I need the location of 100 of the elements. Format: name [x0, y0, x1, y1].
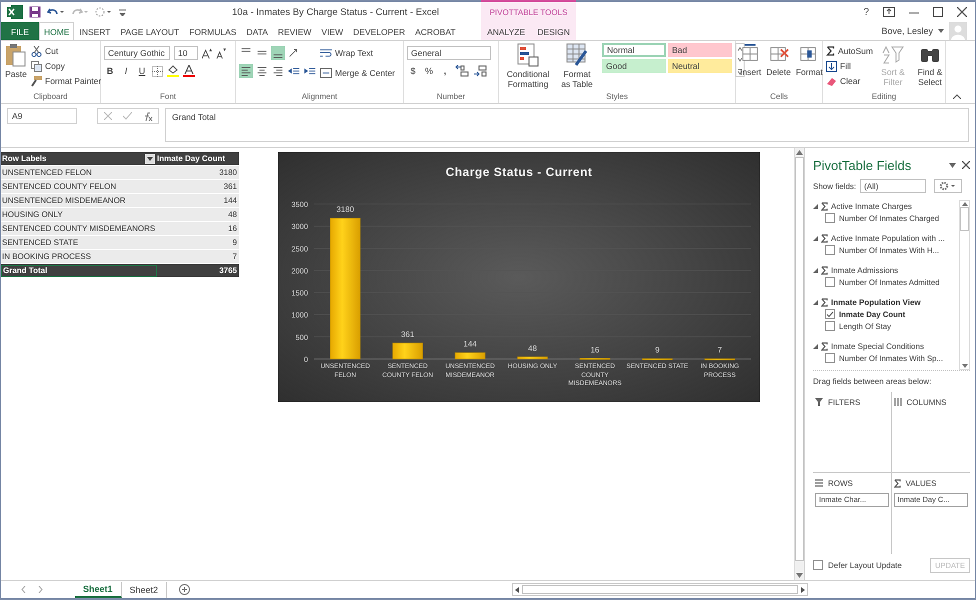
- undo-icon[interactable]: [47, 7, 65, 17]
- caret-icon[interactable]: [938, 29, 944, 33]
- ribbon-tab[interactable]: ANALYZE: [482, 22, 530, 40]
- tools-button[interactable]: [934, 179, 962, 193]
- ribbon-tab[interactable]: FORMULAS: [184, 22, 242, 40]
- name-box[interactable]: A9: [7, 108, 77, 124]
- cut-button[interactable]: Cut: [31, 44, 102, 58]
- show-fields-dropdown[interactable]: (All): [860, 179, 926, 193]
- format-as-table-button[interactable]: Format as Table: [557, 43, 597, 89]
- horizontal-scrollbar[interactable]: [512, 583, 808, 596]
- field-table-name[interactable]: Active Inmate Population with ...: [831, 234, 945, 242]
- currency-button[interactable]: $: [407, 64, 419, 78]
- ribbon-tab[interactable]: FILE: [1, 22, 39, 40]
- conditional-formatting-button[interactable]: Conditional Formatting: [502, 43, 554, 89]
- cells-button[interactable]: Delete: [765, 43, 792, 77]
- paste-button[interactable]: Paste: [4, 43, 28, 79]
- insert-function-icon[interactable]: [142, 112, 152, 120]
- expand-triangle-icon[interactable]: [813, 236, 818, 240]
- ribbon-tab[interactable]: DATA: [241, 22, 273, 40]
- horizontal-align-icon[interactable]: [255, 64, 269, 78]
- filter-dropdown-icon[interactable]: [145, 154, 155, 164]
- font-color-icon[interactable]: [183, 65, 195, 77]
- ribbon-tab[interactable]: INSERT: [74, 22, 116, 40]
- vertical-align-icon[interactable]: [271, 46, 285, 60]
- cell-style-swatch[interactable]: Neutral: [668, 59, 732, 73]
- cells-button[interactable]: Insert: [739, 43, 762, 77]
- collapse-ribbon-icon[interactable]: [953, 94, 961, 99]
- field-list-scrollbar[interactable]: [959, 200, 970, 370]
- ribbon-tab[interactable]: PAGE LAYOUT: [115, 22, 184, 40]
- number-format-field[interactable]: General: [407, 46, 491, 60]
- close-icon[interactable]: [962, 161, 970, 169]
- scroll-down-icon[interactable]: [962, 364, 968, 368]
- cell-style-swatch[interactable]: Bad: [668, 43, 732, 57]
- scroll-thumb[interactable]: [960, 207, 969, 231]
- expand-triangle-icon[interactable]: [813, 204, 818, 208]
- save-icon[interactable]: [29, 6, 41, 18]
- comma-style-button[interactable]: ,: [439, 64, 451, 78]
- scroll-up-icon[interactable]: [962, 202, 968, 206]
- scroll-right-icon[interactable]: [801, 586, 806, 592]
- fill-button[interactable]: Fill: [826, 59, 873, 73]
- font-size-field[interactable]: 10: [174, 46, 198, 60]
- horizontal-align-icon[interactable]: [239, 64, 253, 78]
- sheet-tab[interactable]: Sheet2: [122, 582, 168, 598]
- horizontal-align-icon[interactable]: [271, 64, 285, 78]
- clear-button[interactable]: Clear: [826, 74, 873, 88]
- wrap-text-button[interactable]: Wrap Text: [320, 46, 395, 60]
- vertical-scrollbar[interactable]: [794, 148, 804, 580]
- field-table-name[interactable]: Active Inmate Charges: [831, 202, 912, 210]
- table-cell[interactable]: Grand Total: [1, 264, 157, 276]
- expand-triangle-icon[interactable]: [813, 300, 818, 304]
- add-sheet-icon[interactable]: [179, 584, 190, 595]
- field-checkbox[interactable]: [825, 277, 835, 287]
- cell-style-swatch[interactable]: Normal: [602, 43, 666, 57]
- maximize-icon[interactable]: [933, 7, 943, 17]
- field-checkbox[interactable]: [825, 309, 835, 319]
- sheet-tab[interactable]: Sheet1: [75, 582, 122, 598]
- ribbon-tab[interactable]: HOME: [38, 22, 74, 40]
- borders-icon[interactable]: [152, 66, 163, 76]
- help-button[interactable]: ?: [863, 6, 869, 18]
- scroll-left-icon[interactable]: [515, 586, 520, 592]
- percent-button[interactable]: %: [423, 64, 435, 78]
- ribbon-display-options-icon[interactable]: [883, 7, 895, 17]
- field-checkbox[interactable]: [825, 353, 835, 363]
- field-table-name[interactable]: Inmate Population View: [831, 298, 921, 306]
- defer-checkbox[interactable]: [813, 560, 823, 570]
- bold-button[interactable]: B: [104, 64, 116, 78]
- formula-field[interactable]: Grand Total: [165, 108, 969, 142]
- ribbon-tab[interactable]: DESIGN: [532, 22, 575, 40]
- cell-style-swatch[interactable]: Good: [602, 59, 666, 73]
- user-name[interactable]: Bove, Lesley: [881, 26, 933, 36]
- scroll-thumb[interactable]: [795, 157, 804, 561]
- format-painter-button[interactable]: Format Painter: [31, 74, 102, 88]
- pane-options-caret-icon[interactable]: [949, 162, 956, 168]
- font-name-field[interactable]: Century Gothic: [104, 46, 170, 60]
- field-checkbox[interactable]: [825, 245, 835, 255]
- expand-triangle-icon[interactable]: [813, 344, 818, 348]
- increase-decimal-icon[interactable]: [455, 65, 469, 77]
- defer-label[interactable]: Defer Layout Update: [828, 560, 926, 570]
- field-table-name[interactable]: Inmate Special Conditions: [831, 342, 924, 350]
- shrink-font-icon[interactable]: [216, 48, 226, 58]
- expand-triangle-icon[interactable]: [813, 268, 818, 272]
- touch-mode-icon[interactable]: [95, 7, 113, 17]
- field-checkbox[interactable]: [825, 321, 835, 331]
- decrease-decimal-icon[interactable]: [473, 65, 487, 77]
- copy-button[interactable]: Copy: [31, 59, 102, 73]
- ribbon-tab[interactable]: ACROBAT: [410, 22, 461, 40]
- scroll-up-icon[interactable]: [796, 150, 803, 155]
- close-icon[interactable]: [957, 7, 967, 17]
- field-table-name[interactable]: Inmate Admissions: [831, 266, 898, 274]
- ribbon-tab[interactable]: VIEW: [316, 22, 348, 40]
- field-checkbox[interactable]: [825, 213, 835, 223]
- merge-center-button[interactable]: Merge & Center: [320, 66, 395, 80]
- customize-caret-icon[interactable]: [119, 8, 126, 16]
- scroll-down-icon[interactable]: [796, 573, 803, 578]
- underline-button[interactable]: U: [136, 64, 148, 78]
- scroll-thumb[interactable]: [522, 585, 798, 594]
- ribbon-tab[interactable]: REVIEW: [272, 22, 316, 40]
- italic-button[interactable]: I: [120, 64, 132, 78]
- cells-button[interactable]: Format: [794, 43, 824, 77]
- find-select-button[interactable]: Find & Select: [912, 43, 947, 87]
